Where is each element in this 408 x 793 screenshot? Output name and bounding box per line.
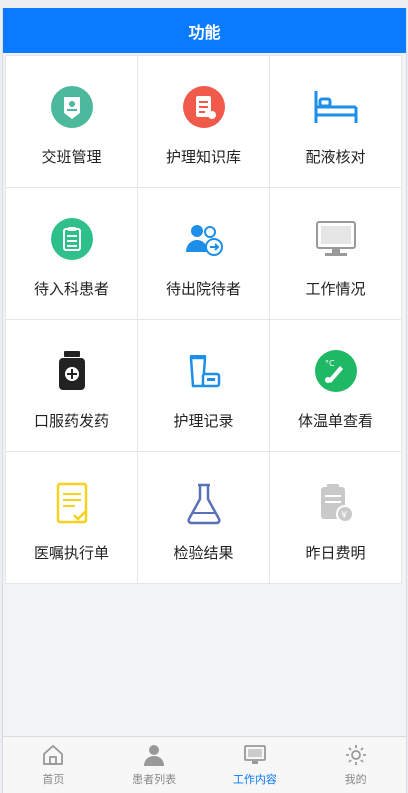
- flask-icon: [181, 480, 227, 526]
- nursing-record-icon: [181, 348, 227, 394]
- tab-label: 首页: [42, 773, 65, 786]
- function-label: 待入科患者: [33, 280, 109, 298]
- person-icon: [144, 745, 165, 766]
- tab-work-content[interactable]: 工作内容: [205, 737, 306, 793]
- bill-icon: ¥: [313, 480, 359, 526]
- svg-text:°C: °C: [325, 359, 335, 368]
- home-icon: [43, 744, 64, 765]
- function-label: 医嘱执行单: [33, 544, 109, 562]
- handover-icon: [49, 84, 95, 130]
- function-label: 配液核对: [305, 148, 366, 166]
- function-label: 口服药发药: [33, 412, 109, 430]
- function-pending-admission[interactable]: 待入科患者: [6, 188, 138, 320]
- function-label: 待出院待者: [165, 280, 241, 298]
- knowledge-base-icon: [181, 84, 227, 130]
- thermometer-icon: °C: [313, 348, 359, 394]
- tab-label: 我的: [344, 773, 367, 786]
- bottom-tab-bar: 首页 患者列表 工作内容 我的: [3, 736, 406, 793]
- gear-icon: [345, 745, 366, 765]
- function-knowledge-base[interactable]: 护理知识库: [138, 56, 270, 188]
- function-yesterday-fees[interactable]: ¥ 昨日费明: [270, 452, 402, 584]
- function-label: 护理知识库: [165, 148, 241, 166]
- function-order-execution[interactable]: 医嘱执行单: [6, 452, 138, 584]
- tab-mine[interactable]: 我的: [305, 737, 406, 793]
- tab-label: 工作内容: [232, 773, 277, 786]
- function-temperature-chart[interactable]: °C 体温单查看: [270, 320, 402, 452]
- tab-patient-list[interactable]: 患者列表: [104, 737, 205, 793]
- function-test-results[interactable]: 检验结果: [138, 452, 270, 584]
- function-label: 工作情况: [305, 280, 366, 298]
- tab-home[interactable]: 首页: [3, 737, 104, 793]
- discharge-patients-icon: [181, 216, 227, 262]
- page-header: 功能: [3, 8, 406, 53]
- bed-icon: [313, 84, 359, 130]
- computer-icon: [313, 216, 359, 262]
- page-title: 功能: [188, 22, 221, 42]
- medicine-bottle-icon: [49, 348, 95, 394]
- clipboard-icon: [49, 216, 95, 262]
- monitor-icon: [243, 745, 266, 764]
- function-grid: 交班管理 护理知识库 配液核对 待入科患者 待出院待者 工作情况 口服药发药 护…: [5, 55, 402, 584]
- function-work-status[interactable]: 工作情况: [270, 188, 402, 320]
- function-label: 护理记录: [173, 412, 234, 430]
- app-frame: 功能 交班管理 护理知识库 配液核对 待入科患者 待出院待者 工作情况 口服药发…: [2, 8, 407, 793]
- function-label: 检验结果: [173, 544, 234, 562]
- function-liquid-check[interactable]: 配液核对: [270, 56, 402, 188]
- function-oral-medicine[interactable]: 口服药发药: [6, 320, 138, 452]
- function-handover[interactable]: 交班管理: [6, 56, 138, 188]
- function-label: 昨日费明: [305, 544, 366, 562]
- tab-label: 患者列表: [132, 773, 177, 786]
- function-label: 交班管理: [41, 148, 102, 166]
- order-sheet-icon: [49, 480, 95, 526]
- function-nursing-record[interactable]: 护理记录: [138, 320, 270, 452]
- function-pending-discharge[interactable]: 待出院待者: [138, 188, 270, 320]
- function-label: 体温单查看: [297, 412, 373, 430]
- svg-text:¥: ¥: [341, 510, 347, 521]
